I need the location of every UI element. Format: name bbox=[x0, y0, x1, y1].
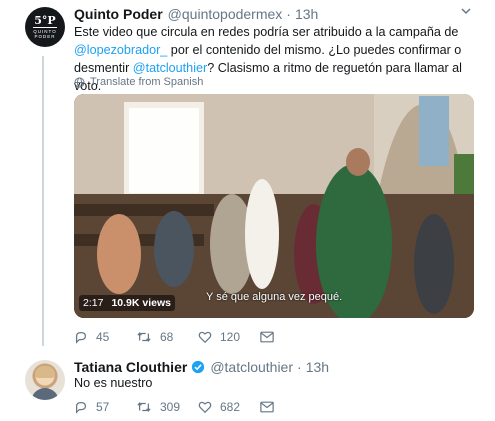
tweet-tatiana-clouthier[interactable]: Tatiana Clouthier @tatclouthier · 13h No… bbox=[0, 352, 495, 421]
video-subtitle: Y sé que alguna vez pequé. bbox=[206, 291, 343, 303]
reply-icon bbox=[76, 332, 86, 344]
text-segment: Este video que circula en redes podría s… bbox=[74, 25, 459, 39]
like-icon bbox=[198, 401, 212, 414]
mention-link[interactable]: @tatclouthier bbox=[133, 61, 207, 75]
tweet-quinto-poder[interactable]: 5°P QUINTO PODER Quinto Poder @quintopod… bbox=[0, 0, 495, 350]
avatar-logo-text: 5°P bbox=[34, 14, 56, 27]
avatar-hair bbox=[35, 366, 55, 378]
direct-message-button[interactable] bbox=[260, 401, 322, 413]
video-thumbnail bbox=[74, 94, 474, 318]
video-duration: 2:17 bbox=[83, 297, 104, 309]
video-views: 10.9K views bbox=[111, 297, 171, 309]
user-handle[interactable]: @tatclouthier bbox=[210, 359, 293, 375]
like-button[interactable]: 682 bbox=[198, 400, 260, 414]
reply-button[interactable]: 45 bbox=[74, 330, 136, 344]
retweet-icon bbox=[137, 332, 151, 342]
display-name[interactable]: Tatiana Clouthier bbox=[74, 359, 187, 375]
mail-icon bbox=[260, 331, 274, 343]
avatar-shoulders bbox=[31, 388, 59, 400]
direct-message-button[interactable] bbox=[260, 331, 322, 343]
retweet-icon bbox=[137, 402, 151, 412]
tweet-text: No es nuestro bbox=[74, 376, 153, 390]
like-icon bbox=[198, 331, 212, 344]
avatar-logo-divider bbox=[33, 27, 57, 28]
tweet-header: Quinto Poder @quintopodermex · 13h bbox=[74, 5, 318, 23]
verified-badge-icon bbox=[192, 360, 205, 374]
separator-dot: · bbox=[286, 6, 291, 22]
chevron-down-icon[interactable] bbox=[461, 6, 471, 16]
tweet-actions: 57 309 682 bbox=[74, 398, 322, 416]
globe-icon bbox=[74, 76, 85, 88]
mention-link[interactable]: @lopezobrador_ bbox=[74, 43, 167, 57]
avatar[interactable] bbox=[25, 360, 65, 400]
like-count: 682 bbox=[220, 400, 241, 414]
separator-dot: · bbox=[297, 359, 302, 375]
reply-button[interactable]: 57 bbox=[74, 400, 136, 414]
like-button[interactable]: 120 bbox=[198, 330, 260, 344]
video-player[interactable]: Y sé que alguna vez pequé. 2:17 10.9K vi… bbox=[74, 94, 474, 318]
reply-count: 57 bbox=[96, 400, 110, 414]
avatar-logo-subtext: QUINTO PODER bbox=[33, 29, 57, 39]
user-handle[interactable]: @quintopodermex bbox=[168, 6, 283, 22]
retweet-button[interactable]: 309 bbox=[136, 400, 198, 414]
timestamp[interactable]: 13h bbox=[306, 359, 329, 375]
display-name[interactable]: Quinto Poder bbox=[74, 6, 163, 22]
reply-count: 45 bbox=[96, 330, 110, 344]
retweet-button[interactable]: 68 bbox=[136, 330, 198, 344]
retweet-count: 309 bbox=[160, 400, 181, 414]
video-duration-badge: 2:17 10.9K views bbox=[79, 295, 175, 311]
timestamp[interactable]: 13h bbox=[295, 6, 318, 22]
mail-icon bbox=[260, 401, 274, 413]
translate-label: Translate from Spanish bbox=[90, 76, 204, 88]
translate-link[interactable]: Translate from Spanish bbox=[74, 76, 203, 88]
tweet-actions: 45 68 120 bbox=[74, 328, 322, 346]
reply-icon bbox=[76, 402, 86, 414]
retweet-count: 68 bbox=[160, 330, 174, 344]
like-count: 120 bbox=[220, 330, 241, 344]
avatar[interactable]: 5°P QUINTO PODER bbox=[25, 7, 65, 47]
